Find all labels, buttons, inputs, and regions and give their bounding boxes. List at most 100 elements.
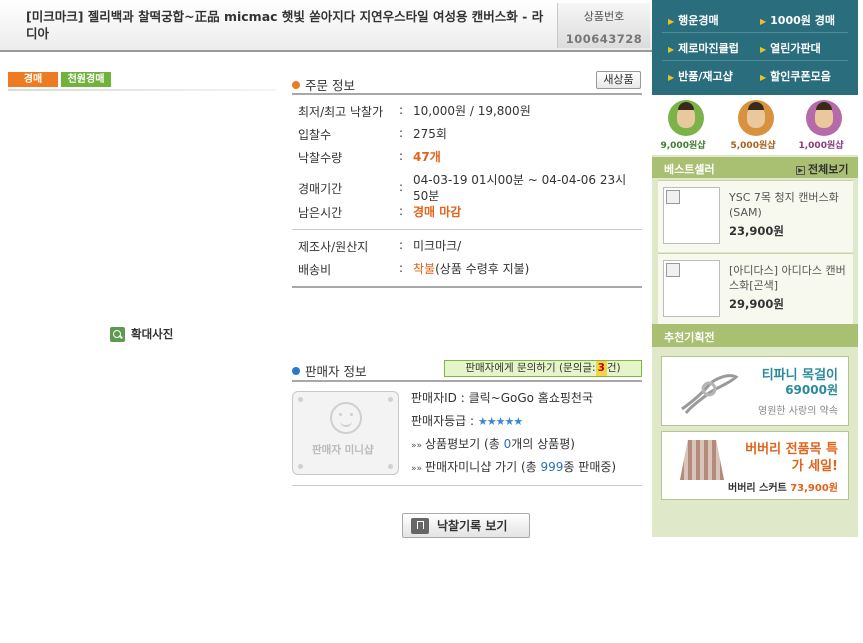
row-colon: : bbox=[399, 126, 404, 140]
coin-1000-won-shop[interactable]: 1,000원샵 bbox=[798, 97, 844, 151]
nav-zero-margin-club[interactable]: ▶ 제로마진클럽 bbox=[668, 40, 739, 56]
auction-type-badges: 경매 천원경매 bbox=[8, 72, 111, 87]
ad-subtitle: 영원한 사랑의 약속 bbox=[758, 406, 838, 417]
pin-icon bbox=[298, 397, 303, 402]
mini-shop-link[interactable]: »» 판매자미니샵 가기 (총 999종 판매중) bbox=[411, 459, 616, 482]
seller-details: 판매자ID : 클릭~GoGo 홈쇼핑천국 판매자등급 : ★★★★★ »» 상품… bbox=[411, 390, 616, 482]
row-label: 낙찰수량 bbox=[298, 151, 343, 165]
recommended-header: 추천기획전 bbox=[652, 324, 858, 347]
arrow-box-icon: ▶ bbox=[796, 165, 805, 175]
ad-title: 버버리 전품목 특가 세일! bbox=[745, 442, 838, 474]
badge-thousand-won-auction: 천원경매 bbox=[61, 72, 111, 87]
triangle-icon: ▶ bbox=[760, 73, 767, 82]
recommended-title: 추천기획전 bbox=[664, 331, 715, 344]
row-value: 경매 마감 bbox=[413, 205, 462, 219]
zoom-photo-link[interactable]: 확대사진 bbox=[110, 326, 173, 342]
review-suffix: 개의 상품평) bbox=[511, 437, 575, 451]
double-arrow-icon: »» bbox=[411, 464, 423, 474]
bestseller-item[interactable]: [아디다스] 아디다스 캔버스화[곤색] 29,900원 bbox=[658, 253, 853, 325]
view-all-label: 전체보기 bbox=[808, 163, 849, 176]
ad-price: 69000원 bbox=[785, 383, 838, 397]
coin-9000-won-shop[interactable]: 9,000원샵 bbox=[660, 97, 706, 151]
review-link[interactable]: »» 상품평보기 (총 0개의 상품평) bbox=[411, 436, 616, 459]
seller-grade-label: 판매자등급 : bbox=[411, 414, 478, 428]
row-colon: : bbox=[399, 180, 404, 194]
row-value: 10,000원 / 19,800원 bbox=[413, 104, 531, 118]
row-label: 제조사/원산지 bbox=[298, 240, 369, 254]
product-name: YSC 7목 청지 캔버스화(SAM) bbox=[729, 191, 839, 219]
pin-icon bbox=[388, 464, 393, 469]
seller-info-bottom-rule bbox=[292, 485, 642, 486]
seller-info-heading: 판매자 정보 bbox=[292, 361, 366, 380]
ask-seller-button[interactable]: 판매자에게 문의하기 (문의글: 3 건) bbox=[444, 360, 642, 377]
mini-shop-link-label: 판매자미니샵 가기 (총 bbox=[425, 460, 541, 474]
bullet-icon bbox=[292, 366, 300, 375]
nav-divider bbox=[662, 32, 848, 33]
price-shop-coins: 9,000원샵 5,000원샵 1,000원샵 bbox=[652, 95, 858, 155]
triangle-icon: ▶ bbox=[668, 45, 675, 54]
seller-info-title: 판매자 정보 bbox=[305, 364, 367, 379]
mini-shop-label: 판매자 미니샵 bbox=[312, 444, 374, 456]
row-colon: : bbox=[399, 204, 404, 218]
bestseller-header: 베스트셀러 ▶ 전체보기 bbox=[652, 157, 858, 178]
row-label: 입찰수 bbox=[298, 128, 332, 142]
seller-mini-shop-thumbnail[interactable]: 판매자 미니샵 bbox=[292, 391, 399, 475]
nav-return-stock-shop[interactable]: ▶ 반품/재고샵 bbox=[668, 68, 733, 84]
row-colon: : bbox=[399, 261, 404, 275]
row-label: 남은시간 bbox=[298, 206, 343, 220]
product-price: 23,900원 bbox=[729, 224, 784, 238]
triangle-icon: ▶ bbox=[668, 17, 675, 26]
item-number-value: 100643728 bbox=[565, 32, 643, 46]
row-colon: : bbox=[399, 238, 404, 252]
pin-icon bbox=[388, 397, 393, 402]
ad-banner-burberry[interactable]: 버버리 전품목 특가 세일! 버버리 스커트 73,900원 bbox=[661, 431, 849, 500]
row-value: 미크마크/ bbox=[413, 239, 462, 253]
coin-5000-won-shop[interactable]: 5,000원샵 bbox=[730, 97, 776, 151]
order-info-heading: 주문 정보 bbox=[292, 75, 355, 94]
product-count: 999 bbox=[540, 460, 564, 474]
item-number-box: 상품번호 100643728 bbox=[557, 3, 650, 48]
row-value: 착불(상품 수령후 지불) bbox=[413, 261, 638, 277]
row-value: 04-03-19 01시00분 ~ 04-04-06 23시 50분 bbox=[413, 173, 627, 203]
product-thumbnail[interactable] bbox=[663, 260, 720, 317]
coin-label: 9,000원샵 bbox=[660, 141, 706, 151]
nav-1000-won-auction[interactable]: ▶ 1000원 경매 bbox=[760, 12, 835, 28]
left-divider bbox=[8, 89, 276, 91]
triangle-icon: ▶ bbox=[668, 73, 675, 82]
row-value: 275회 bbox=[413, 127, 447, 141]
product-thumbnail[interactable] bbox=[663, 187, 720, 244]
nav-open-stall[interactable]: ▶ 열린가판대 bbox=[760, 40, 821, 56]
seller-grade-line: 판매자등급 : ★★★★★ bbox=[411, 413, 616, 436]
seller-info-top-rule bbox=[292, 380, 642, 382]
ask-seller-suffix: 건) bbox=[606, 362, 621, 374]
seller-grade-stars: ★★★★★ bbox=[477, 415, 523, 428]
smiley-icon bbox=[330, 402, 362, 434]
product-price: 29,900원 bbox=[729, 297, 784, 311]
new-item-button[interactable]: 새상품 bbox=[596, 71, 641, 89]
necklace-icon bbox=[681, 374, 739, 414]
seller-id-value: 클릭~GoGo 홈쇼핑천국 bbox=[468, 391, 594, 405]
triangle-icon: ▶ bbox=[760, 17, 767, 26]
bid-record-button[interactable]: 낙찰기록 보기 bbox=[402, 513, 530, 538]
double-arrow-icon: »» bbox=[411, 441, 423, 451]
nav-label: 제로마진클럽 bbox=[678, 42, 739, 55]
ad-subtitle: 버버리 스커트 73,900원 bbox=[728, 479, 838, 494]
ad-banner-tiffany[interactable]: 티파니 목걸이 69000원 영원한 사랑의 약속 bbox=[661, 356, 849, 426]
seller-id-line: 판매자ID : 클릭~GoGo 홈쇼핑천국 bbox=[411, 390, 616, 413]
row-label: 배송비 bbox=[298, 263, 332, 277]
nav-divider bbox=[662, 60, 848, 61]
bullet-icon bbox=[292, 80, 300, 89]
row-value: 47개 bbox=[413, 150, 441, 164]
bestseller-title: 베스트셀러 bbox=[664, 163, 715, 176]
nav-label: 행운경매 bbox=[678, 14, 719, 27]
order-info-top-rule bbox=[292, 93, 642, 95]
portrait-coin-icon bbox=[738, 100, 774, 136]
view-all-link[interactable]: ▶ 전체보기 bbox=[796, 161, 848, 177]
nav-lucky-auction[interactable]: ▶ 행운경매 bbox=[668, 12, 719, 28]
bestseller-item[interactable]: YSC 7목 청지 캔버스화(SAM) 23,900원 bbox=[658, 180, 853, 252]
order-info-mid-rule bbox=[292, 229, 642, 230]
order-info-title: 주문 정보 bbox=[305, 78, 355, 93]
nav-discount-coupons[interactable]: ▶ 할인쿠폰모음 bbox=[760, 68, 831, 84]
seller-id-label: 판매자ID : bbox=[411, 391, 469, 405]
nav-label: 1000원 경매 bbox=[770, 14, 835, 27]
